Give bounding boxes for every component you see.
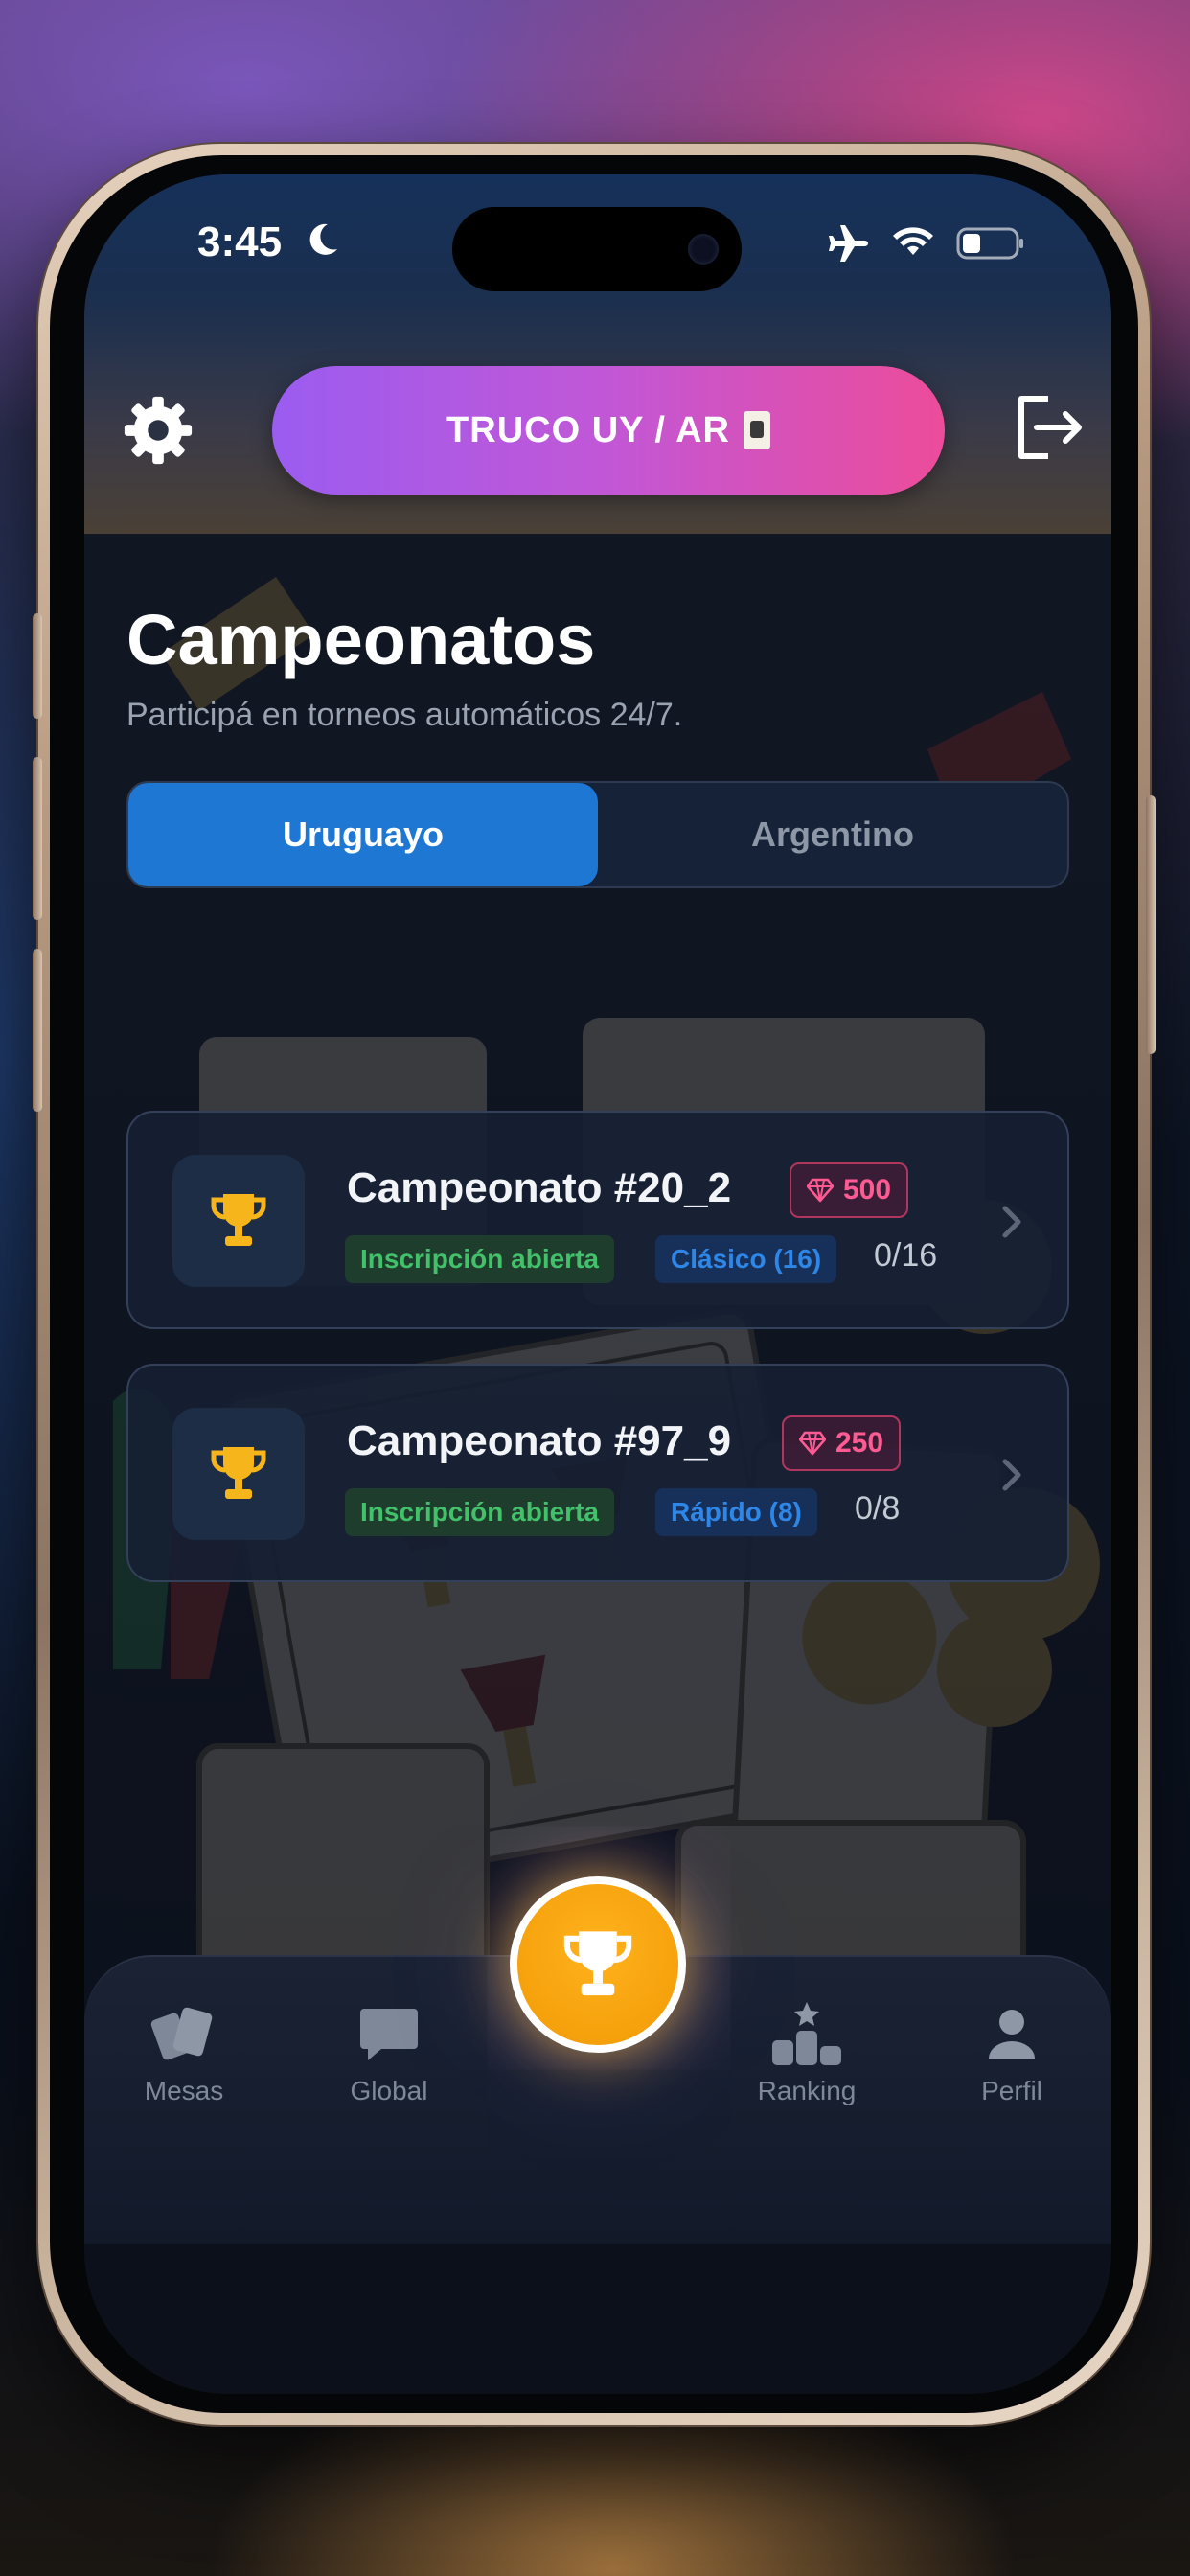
nav-mesas[interactable]: Mesas <box>98 1995 270 2106</box>
camera-icon <box>688 234 719 264</box>
screen: 3:45 TRUCO UY / AR Campeonatos Participá… <box>84 174 1111 2394</box>
trophy-icon <box>211 1447 266 1499</box>
trophy-box <box>172 1408 305 1540</box>
logout-icon[interactable] <box>1010 389 1087 466</box>
player-count: 0/8 <box>855 1490 901 1527</box>
status-bar: 3:45 <box>84 174 1111 291</box>
prize-badge: 500 <box>790 1162 909 1218</box>
mode-chip: Clásico (16) <box>655 1235 837 1283</box>
action-button <box>33 613 42 719</box>
moon-icon <box>309 223 337 255</box>
status-chip: Inscripción abierta <box>345 1235 614 1283</box>
trophy-icon <box>563 1931 632 1996</box>
app-title-pill[interactable]: TRUCO UY / AR <box>272 366 945 494</box>
volume-up-button <box>33 757 42 920</box>
mode-tabs: Uruguayo Argentino <box>126 781 1069 888</box>
nav-global[interactable]: Global <box>303 1995 475 2106</box>
status-icons <box>826 224 1025 263</box>
page-subtitle: Participá en torneos automáticos 24/7. <box>126 697 683 733</box>
battery-icon <box>956 227 1023 260</box>
status-chip: Inscripción abierta <box>345 1488 614 1536</box>
chevron-right-icon <box>1002 1459 1021 1491</box>
podium-icon <box>772 2002 841 2065</box>
trophy-icon <box>211 1194 266 1246</box>
gem-icon <box>799 1431 826 1456</box>
power-button <box>1146 795 1156 1054</box>
nav-label: Perfil <box>981 2076 1042 2105</box>
playing-card-icon <box>743 411 770 449</box>
app-header: 3:45 TRUCO UY / AR <box>84 174 1111 534</box>
page-title: Campeonatos <box>126 600 596 679</box>
status-time: 3:45 <box>197 218 283 265</box>
airplane-icon <box>829 225 868 262</box>
player-count: 0/16 <box>874 1237 938 1274</box>
nav-ranking[interactable]: Ranking <box>721 1995 893 2106</box>
prize-value: 500 <box>843 1174 892 1206</box>
tournaments-fab-button[interactable] <box>510 1876 686 2053</box>
nav-label: Mesas <box>144 2076 224 2105</box>
chat-bubble-icon <box>360 2009 418 2060</box>
tournament-card[interactable]: Campeonato #97_9 250 Inscripción abierta… <box>126 1364 1069 1582</box>
volume-down-button <box>33 949 42 1112</box>
app-title: TRUCO UY / AR <box>446 409 730 450</box>
tab-argentino[interactable]: Argentino <box>598 783 1067 886</box>
prize-badge: 250 <box>782 1415 902 1471</box>
user-icon <box>989 2010 1035 2058</box>
nav-label: Ranking <box>757 2076 857 2105</box>
trophy-box <box>172 1155 305 1287</box>
gem-icon <box>807 1178 834 1203</box>
chevron-right-icon <box>1002 1206 1021 1238</box>
dynamic-island <box>452 207 742 291</box>
tournament-name: Campeonato #20_2 <box>347 1164 732 1211</box>
settings-gear-icon[interactable] <box>121 393 195 468</box>
mode-chip: Rápido (8) <box>655 1488 817 1536</box>
prize-value: 250 <box>835 1427 884 1459</box>
cards-icon <box>150 2007 213 2060</box>
wifi-icon <box>893 227 933 255</box>
tab-uruguayo[interactable]: Uruguayo <box>128 783 598 886</box>
nav-label: Global <box>350 2076 428 2105</box>
tournament-card[interactable]: Campeonato #20_2 500 Inscripción abierta… <box>126 1111 1069 1329</box>
nav-perfil[interactable]: Perfil <box>926 1995 1098 2106</box>
tournament-name: Campeonato #97_9 <box>347 1417 732 1464</box>
